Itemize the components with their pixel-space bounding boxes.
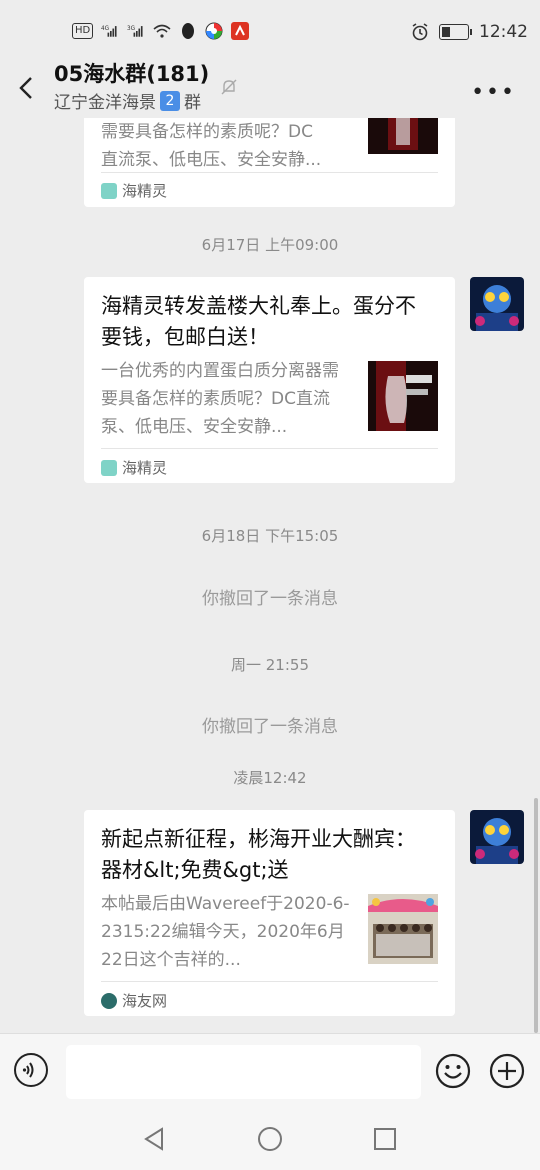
input-bar	[0, 1033, 540, 1111]
timestamp: 凌晨12:42	[233, 769, 307, 787]
scrollbar[interactable]	[534, 798, 538, 1033]
timestamp: 6月18日 下午15:05	[201, 527, 339, 545]
battery-icon	[439, 24, 472, 40]
red-app-icon	[231, 22, 250, 40]
card-source: 海精灵	[101, 457, 167, 478]
app-circle-icon	[205, 22, 223, 40]
source-label: 海友网	[122, 992, 168, 1010]
recall-notice: 你撤回了一条消息	[202, 589, 338, 609]
page-title: 05海水群(181)	[54, 62, 210, 86]
number-badge: 2	[160, 90, 180, 111]
chat-area[interactable]: 需要具备怎样的素质呢？DC 直流泵、低电压、安全安静... 海精灵 6月17日 …	[0, 118, 540, 1033]
card-thumbnail	[368, 894, 438, 964]
message-input[interactable]	[66, 1045, 421, 1099]
card-title: 海精灵转发盖楼大礼奉上。蛋分不要钱，包邮白送！	[101, 294, 416, 349]
subtitle-suffix: 群	[184, 93, 201, 113]
timestamp: 6月17日 上午09:00	[201, 236, 339, 254]
card-description: 本帖最后由Wavereef于2020-6-2315:22编辑今天，2020年6月…	[101, 894, 350, 970]
card-title: 新起点新征程，彬海开业大酬宾：器材&lt;免费&gt;送	[101, 827, 416, 882]
signal-3g-icon: 3G	[127, 22, 145, 40]
card-divider	[101, 448, 438, 449]
card-description: 一台优秀的内置蛋白质分离器需要具备怎样的素质呢？DC直流泵、低电压、安全安静..…	[101, 361, 339, 437]
mute-bell-icon	[220, 78, 238, 96]
nav-home-icon[interactable]	[257, 1126, 283, 1152]
svg-text:4G: 4G	[101, 26, 109, 32]
avatar[interactable]	[470, 277, 524, 331]
card-divider	[101, 981, 438, 982]
hd-badge: HD	[72, 23, 94, 39]
card-source: 海友网	[101, 990, 167, 1011]
qq-penguin-icon	[179, 22, 197, 40]
source-label: 海精灵	[122, 182, 168, 200]
subtitle-prefix: 辽宁金洋海景	[54, 93, 156, 113]
wifi-icon	[153, 22, 171, 40]
card-description: 需要具备怎样的素质呢？DC 直流泵、低电压、安全安静...	[101, 122, 322, 170]
nav-recents-icon[interactable]	[372, 1126, 398, 1152]
haiyouwang-app-icon	[101, 992, 117, 1009]
link-card[interactable]: 新起点新征程，彬海开业大酬宾：器材&lt;免费&gt;送 本帖最后由Wavere…	[84, 810, 455, 1016]
alarm-icon	[411, 23, 429, 41]
chat-header: 05海水群(181) 辽宁金洋海景 2 群 •••	[0, 62, 540, 118]
link-card[interactable]: 需要具备怎样的素质呢？DC 直流泵、低电压、安全安静... 海精灵	[84, 118, 455, 207]
timestamp: 周一 21:55	[231, 656, 309, 674]
back-arrow-icon[interactable]	[16, 76, 38, 99]
card-thumbnail	[368, 361, 438, 431]
source-label: 海精灵	[122, 459, 168, 477]
avatar[interactable]	[470, 810, 524, 864]
emoji-icon[interactable]	[435, 1053, 471, 1089]
link-card[interactable]: 海精灵转发盖楼大礼奉上。蛋分不要钱，包邮白送！ 一台优秀的内置蛋白质分离器需要具…	[84, 277, 455, 483]
card-divider	[101, 172, 438, 173]
haijingling-app-icon	[101, 182, 117, 199]
card-thumbnail	[368, 118, 438, 154]
system-nav-bar	[0, 1110, 540, 1170]
more-icon[interactable]: •••	[471, 80, 516, 105]
status-bar: HD 4G 3G 12:42	[0, 0, 540, 62]
card-source: 海精灵	[101, 180, 167, 201]
svg-text:3G: 3G	[127, 26, 135, 32]
haijingling-app-icon	[101, 459, 117, 476]
chat-subtitle: 辽宁金洋海景 2 群	[54, 88, 201, 113]
status-time: 12:42	[479, 22, 528, 42]
recall-notice: 你撤回了一条消息	[202, 717, 338, 737]
nav-back-icon[interactable]	[141, 1126, 167, 1152]
plus-icon[interactable]	[489, 1053, 525, 1089]
signal-4g-icon: 4G	[101, 22, 119, 40]
voice-icon[interactable]	[14, 1053, 48, 1087]
